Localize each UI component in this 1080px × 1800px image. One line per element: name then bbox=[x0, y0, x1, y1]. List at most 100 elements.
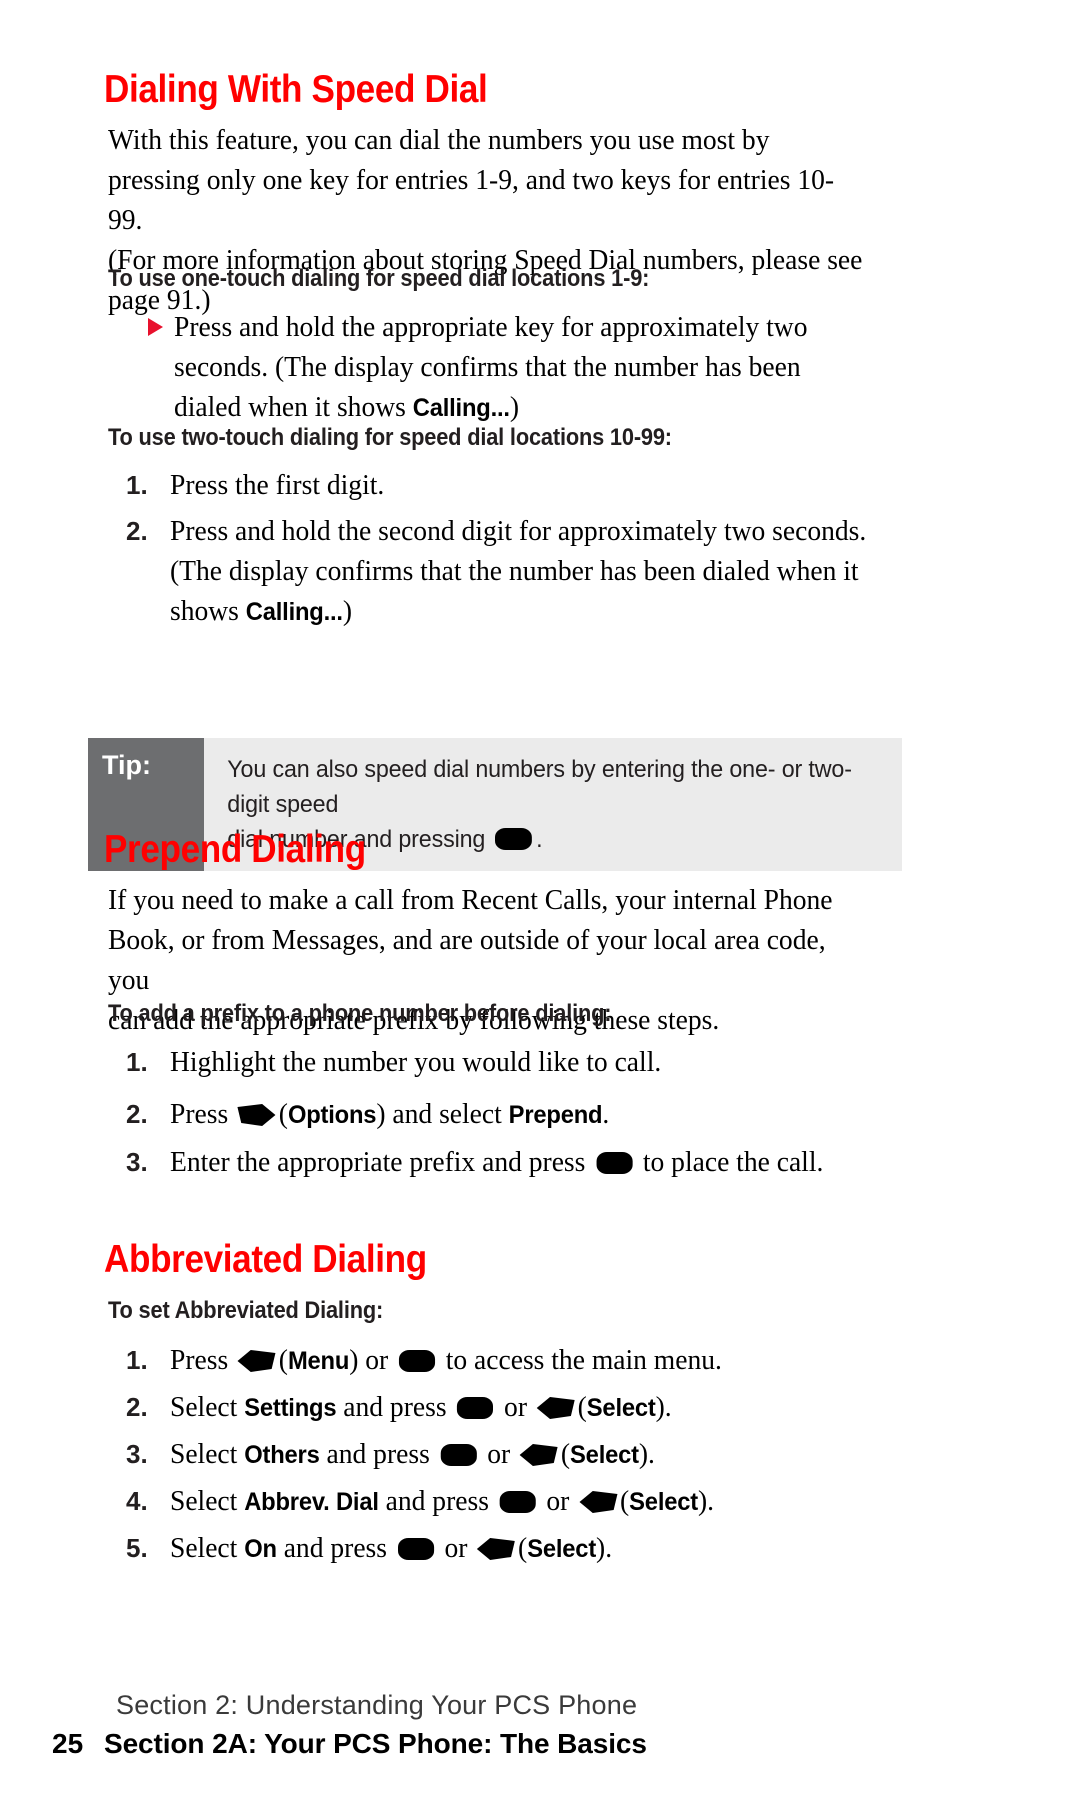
footer-section-title: Section 2: Understanding Your PCS Phone bbox=[116, 1690, 638, 1720]
abbrev-step-5: 5. Select On and press or (Select). bbox=[126, 1528, 916, 1569]
step-text: Press (Menu) or to access the main menu. bbox=[170, 1340, 879, 1381]
step-pre: Select bbox=[170, 1485, 245, 1517]
step-pre: Select bbox=[170, 1391, 245, 1423]
step-post: ). bbox=[596, 1532, 613, 1564]
subheading-two-touch-dialing: To use two-touch dialing for speed dial … bbox=[108, 424, 672, 451]
softkey-right-icon bbox=[237, 1097, 276, 1126]
step-mid-b: or bbox=[497, 1391, 534, 1423]
step-text: Press (Options) and select Prepend. bbox=[170, 1094, 879, 1135]
softkey-left-icon bbox=[477, 1531, 516, 1560]
ui-term-calling: Calling... bbox=[245, 598, 343, 626]
step-mid-a: and press bbox=[319, 1438, 437, 1470]
step-paren-open: ( bbox=[577, 1391, 587, 1423]
step-number: 3. bbox=[126, 1439, 148, 1469]
tip-line-2-post: . bbox=[536, 826, 543, 853]
triangle-right-icon bbox=[148, 318, 163, 336]
bullet-line-b: seconds. (The display confirms that the … bbox=[174, 351, 801, 383]
step-paren-open: ( bbox=[619, 1485, 630, 1517]
step-paren-open: ( bbox=[560, 1438, 571, 1470]
heading-prepend-dialing: Prepend Dialing bbox=[104, 828, 366, 871]
step-or: or bbox=[358, 1344, 396, 1376]
abbrev-step-2: 2. Select Settings and press or (Select)… bbox=[126, 1387, 916, 1428]
bullet-line-c-pre: dialed when it shows bbox=[174, 391, 413, 423]
ok-key-icon bbox=[398, 1350, 436, 1372]
step-line-c: shows Calling...) bbox=[170, 591, 879, 632]
step-pre: Select bbox=[170, 1532, 245, 1564]
heading-dialing-with-speed-dial: Dialing With Speed Dial bbox=[104, 68, 488, 111]
bullet-line-c: dialed when it shows Calling...) bbox=[174, 387, 871, 428]
softkey-left-icon bbox=[519, 1437, 558, 1466]
one-touch-bullet-item: Press and hold the appropriate key for a… bbox=[148, 307, 908, 428]
step-number: 2. bbox=[126, 1099, 148, 1129]
step-text: Select On and press or (Select). bbox=[170, 1528, 879, 1569]
ok-key-icon bbox=[499, 1491, 536, 1513]
abbrev-step-4: 4. Select Abbrev. Dial and press or (Sel… bbox=[126, 1481, 916, 1522]
intro-line-2: pressing only one key for entries 1-9, a… bbox=[108, 164, 835, 236]
subheading-set-abbreviated-dialing: To set Abbreviated Dialing: bbox=[108, 1297, 384, 1324]
ui-term-settings: Settings bbox=[244, 1394, 337, 1422]
subheading-one-touch-dialing: To use one-touch dialing for speed dial … bbox=[108, 265, 650, 292]
ok-key-icon bbox=[397, 1538, 434, 1560]
step-number: 4. bbox=[126, 1486, 148, 1516]
ui-term-options: Options bbox=[287, 1101, 377, 1129]
step-post: ). bbox=[697, 1485, 715, 1517]
step-text: Highlight the number you would like to c… bbox=[170, 1046, 662, 1078]
step-post: . bbox=[602, 1098, 610, 1130]
manual-page: Dialing With Speed Dial With this featur… bbox=[0, 0, 1080, 1800]
two-touch-step-1: 1. Press the first digit. bbox=[126, 465, 916, 505]
one-touch-bullet-text: Press and hold the appropriate key for a… bbox=[174, 307, 871, 428]
step-pre: Press bbox=[170, 1344, 236, 1376]
step-text: Press and hold the second digit for appr… bbox=[170, 511, 879, 632]
bullet-line-a: Press and hold the appropriate key for a… bbox=[174, 311, 808, 343]
step-mid-b: or bbox=[539, 1485, 577, 1517]
footer-subsection-title: Section 2A: Your PCS Phone: The Basics bbox=[104, 1728, 647, 1759]
step-number: 3. bbox=[126, 1147, 148, 1177]
heading-abbreviated-dialing: Abbreviated Dialing bbox=[104, 1238, 427, 1281]
bullet-arrow-wrap bbox=[148, 307, 174, 336]
ui-term-select: Select bbox=[527, 1535, 597, 1563]
step-paren-open: ( bbox=[518, 1532, 528, 1564]
step-mid-b: or bbox=[437, 1532, 475, 1564]
step-number: 2. bbox=[126, 1392, 148, 1422]
step-line-c-post: ) bbox=[342, 595, 353, 627]
step-number: 1. bbox=[126, 470, 148, 500]
ui-term-prepend: Prepend bbox=[508, 1101, 603, 1129]
ui-term-select: Select bbox=[570, 1441, 639, 1469]
step-line-c-pre: shows bbox=[170, 595, 246, 627]
step-number: 5. bbox=[126, 1533, 148, 1563]
step-text: Select Others and press or (Select). bbox=[170, 1434, 879, 1475]
intro-line-2: Book, or from Messages, and are outside … bbox=[108, 924, 826, 996]
step-mid: ) and select bbox=[376, 1098, 509, 1130]
step-paren-open: ( bbox=[278, 1098, 288, 1130]
ui-term-select: Select bbox=[629, 1488, 698, 1516]
prepend-step-3: 3. Enter the appropriate prefix and pres… bbox=[126, 1142, 916, 1182]
step-mid-a: and press bbox=[276, 1532, 394, 1564]
step-text: Enter the appropriate prefix and press t… bbox=[170, 1142, 879, 1182]
step-mid-a: and press bbox=[336, 1391, 454, 1423]
step-mid: ) bbox=[349, 1344, 359, 1376]
step-text: Press the first digit. bbox=[170, 469, 385, 501]
softkey-left-icon bbox=[579, 1484, 618, 1513]
step-post: ). bbox=[655, 1391, 672, 1423]
step-pre: Press bbox=[170, 1098, 236, 1130]
intro-line-1: If you need to make a call from Recent C… bbox=[108, 884, 833, 916]
bullet-line-c-post: ) bbox=[509, 391, 520, 423]
abbrev-step-3: 3. Select Others and press or (Select). bbox=[126, 1434, 916, 1475]
step-pre: Select bbox=[170, 1438, 245, 1470]
ui-term-menu: Menu bbox=[287, 1347, 350, 1375]
step-line-b: (The display confirms that the number ha… bbox=[170, 555, 859, 587]
step-post: ). bbox=[638, 1438, 655, 1470]
softkey-left-icon bbox=[536, 1390, 575, 1419]
subheading-add-prefix: To add a prefix to a phone number before… bbox=[108, 1000, 612, 1027]
ok-key-icon bbox=[440, 1444, 477, 1466]
step-post: to place the call. bbox=[635, 1146, 824, 1178]
abbrev-step-1: 1. Press (Menu) or to access the main me… bbox=[126, 1340, 916, 1381]
step-post: to access the main menu. bbox=[438, 1344, 722, 1376]
page-number: 25 bbox=[52, 1728, 84, 1759]
ok-key-icon bbox=[596, 1152, 633, 1174]
step-number: 1. bbox=[126, 1047, 148, 1077]
two-touch-step-2: 2. Press and hold the second digit for a… bbox=[126, 511, 916, 632]
ui-term-on: On bbox=[244, 1535, 277, 1563]
intro-line-1: With this feature, you can dial the numb… bbox=[108, 124, 770, 156]
step-pre: Enter the appropriate prefix and press bbox=[170, 1146, 593, 1178]
